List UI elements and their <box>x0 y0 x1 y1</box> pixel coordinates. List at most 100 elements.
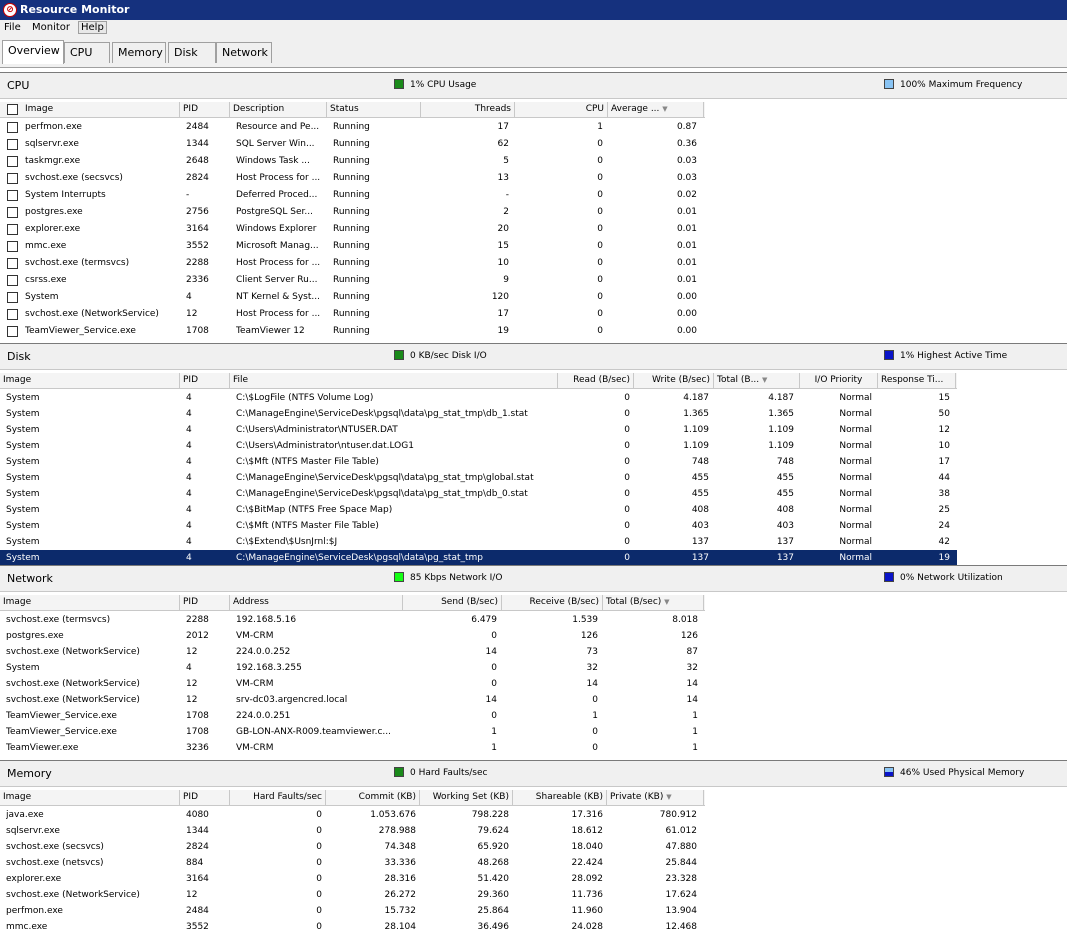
table-row[interactable]: taskmgr.exe 2648 Windows Task ... Running 5 0… <box>0 153 705 170</box>
col-pid[interactable]: PID <box>180 790 230 806</box>
row-checkbox[interactable] <box>7 224 18 235</box>
menu-file[interactable]: File <box>4 22 21 33</box>
table-row[interactable]: svchost.exe (secsvcs) 2824 0 74.348 65.920 18… <box>0 839 705 856</box>
tab-memory[interactable]: Memory <box>112 42 166 63</box>
table-row[interactable]: System 4 NT Kernel & Syst... Running 120 0 0.0… <box>0 289 705 306</box>
table-row[interactable]: svchost.exe (NetworkService) 12 srv-dc03.a… <box>0 692 705 709</box>
col-write[interactable]: Write (B/sec) <box>634 373 714 389</box>
table-row[interactable]: mmc.exe 3552 Microsoft Manag... Running 15 0 0… <box>0 238 705 255</box>
table-row[interactable]: explorer.exe 3164 0 28.316 51.420 28.092 23.32… <box>0 871 705 888</box>
col-threads[interactable]: Threads <box>421 102 515 118</box>
table-cell: System <box>6 537 40 547</box>
table-row[interactable]: svchost.exe (NetworkService) 12 VM-CRM 0 14 1… <box>0 676 705 693</box>
col-private[interactable]: Private (KB) ▼ <box>607 790 704 806</box>
table-row[interactable]: java.exe 4080 0 1.053.676 798.228 17.316 780.9… <box>0 807 705 824</box>
table-row[interactable]: mmc.exe 3552 0 28.104 36.496 24.028 12.468 <box>0 919 705 936</box>
col-working-set[interactable]: Working Set (KB) <box>420 790 513 806</box>
table-row[interactable]: System 4 C:\ManageEngine\ServiceDesk\pgsql… <box>0 406 957 423</box>
row-checkbox[interactable] <box>7 292 18 303</box>
table-row[interactable]: postgres.exe 2012 VM-CRM 0 126 126 <box>0 628 705 645</box>
col-send[interactable]: Send (B/sec) <box>403 595 502 611</box>
col-read[interactable]: Read (B/sec) <box>558 373 634 389</box>
table-row[interactable]: System 4 C:\ManageEngine\ServiceDesk\pgsql… <box>0 470 957 487</box>
table-row[interactable]: System 4 192.168.3.255 0 32 32 <box>0 660 705 677</box>
cpu-section-header[interactable]: CPU 1% CPU Usage 100% Maximum Frequency <box>0 72 1067 99</box>
col-total[interactable]: Total (B/sec) ▼ <box>603 595 704 611</box>
table-row[interactable]: System 4 C:\$Mft (NTFS Master File Table) 0… <box>0 518 957 535</box>
table-cell: 884 <box>186 858 204 868</box>
col-pid[interactable]: PID <box>180 102 230 118</box>
table-row[interactable]: System Interrupts - Deferred Proced... Runn… <box>0 187 705 204</box>
table-row[interactable]: TeamViewer_Service.exe 1708 TeamViewer 12 R… <box>0 323 705 340</box>
table-row[interactable]: csrss.exe 2336 Client Server Ru... Running 9… <box>0 272 705 289</box>
table-row[interactable]: svchost.exe (netsvcs) 884 0 33.336 48.268 22.… <box>0 855 705 872</box>
tab-overview[interactable]: Overview <box>2 40 64 64</box>
row-checkbox[interactable] <box>7 241 18 252</box>
col-status[interactable]: Status <box>327 102 421 118</box>
col-address[interactable]: Address <box>230 595 403 611</box>
table-row[interactable]: System 4 C:\$Mft (NTFS Master File Table) 0… <box>0 454 957 471</box>
col-image[interactable]: Image <box>0 790 180 806</box>
memory-section-header[interactable]: Memory 0 Hard Faults/sec 46% Used Physic… <box>0 760 1067 787</box>
col-pid[interactable]: PID <box>180 373 230 389</box>
col-description[interactable]: Description <box>230 102 327 118</box>
table-cell: 0 <box>624 553 630 563</box>
col-receive[interactable]: Receive (B/sec) <box>502 595 603 611</box>
table-row[interactable]: System 4 C:\Users\Administrator\NTUSER.DAT… <box>0 422 957 439</box>
tab-cpu[interactable]: CPU <box>64 42 110 63</box>
table-row[interactable]: sqlservr.exe 1344 SQL Server Win... Running… <box>0 136 705 153</box>
tab-disk[interactable]: Disk <box>168 42 216 63</box>
table-row[interactable]: perfmon.exe 2484 0 15.732 25.864 11.960 13.904 <box>0 903 705 920</box>
col-image[interactable]: Image <box>0 595 180 611</box>
col-cpu[interactable]: CPU <box>515 102 608 118</box>
row-checkbox[interactable] <box>7 326 18 337</box>
table-row[interactable]: sqlservr.exe 1344 0 278.988 79.624 18.612 61.0… <box>0 823 705 840</box>
menu-monitor[interactable]: Monitor <box>32 22 70 33</box>
row-checkbox[interactable] <box>7 258 18 269</box>
col-file[interactable]: File <box>230 373 558 389</box>
network-section-header[interactable]: Network 85 Kbps Network I/O 0% Network U… <box>0 565 1067 592</box>
row-checkbox[interactable] <box>7 275 18 286</box>
table-row[interactable]: TeamViewer.exe 3236 VM-CRM 1 0 1 <box>0 740 705 757</box>
table-cell: sqlservr.exe <box>25 139 79 149</box>
row-checkbox[interactable] <box>7 207 18 218</box>
table-row[interactable]: svchost.exe (NetworkService) 12 224.0.0.25… <box>0 644 705 661</box>
col-hard-faults[interactable]: Hard Faults/sec <box>230 790 326 806</box>
table-row[interactable]: svchost.exe (secsvcs) 2824 Host Process fo… <box>0 170 705 187</box>
col-io-priority[interactable]: I/O Priority <box>800 373 878 389</box>
table-row[interactable]: svchost.exe (termsvcs) 2288 Host Process f… <box>0 255 705 272</box>
table-row[interactable]: TeamViewer_Service.exe 1708 224.0.0.251 0 1 1 <box>0 708 705 725</box>
col-pid[interactable]: PID <box>180 595 230 611</box>
col-shareable[interactable]: Shareable (KB) <box>513 790 607 806</box>
table-row[interactable]: perfmon.exe 2484 Resource and Pe... Running… <box>0 119 705 136</box>
table-row[interactable]: System 4 C:\$BitMap (NTFS Free Space Map) 0… <box>0 502 957 519</box>
row-checkbox[interactable] <box>7 139 18 150</box>
row-checkbox[interactable] <box>7 309 18 320</box>
table-row[interactable]: System 4 C:\$Extend\$UsnJrnl:$J 0 137 137 Norm… <box>0 534 957 551</box>
table-cell: 1708 <box>186 326 209 336</box>
col-image[interactable]: Image <box>0 373 180 389</box>
tab-network[interactable]: Network <box>216 42 272 63</box>
table-row[interactable]: svchost.exe (NetworkService) 12 Host Proce… <box>0 306 705 323</box>
menu-help[interactable]: Help <box>78 21 107 34</box>
table-row[interactable]: svchost.exe (termsvcs) 2288 192.168.5.16 6.… <box>0 612 705 629</box>
row-checkbox[interactable] <box>7 190 18 201</box>
col-image[interactable]: Image <box>22 102 180 118</box>
col-response-time[interactable]: Response Ti... <box>878 373 956 389</box>
table-row[interactable]: System 4 C:\$LogFile (NTFS Volume Log) 0 4.1… <box>0 390 957 407</box>
col-commit[interactable]: Commit (KB) <box>326 790 420 806</box>
table-row[interactable]: svchost.exe (NetworkService) 12 0 26.272 29.… <box>0 887 705 904</box>
row-checkbox[interactable] <box>7 173 18 184</box>
table-row[interactable]: System 4 C:\ManageEngine\ServiceDesk\pgsql… <box>0 486 957 503</box>
table-cell: svchost.exe (secsvcs) <box>6 842 104 852</box>
table-row[interactable]: postgres.exe 2756 PostgreSQL Ser... Running… <box>0 204 705 221</box>
col-total[interactable]: Total (B... ▼ <box>714 373 800 389</box>
disk-section-header[interactable]: Disk 0 KB/sec Disk I/O 1% Highest Active… <box>0 343 1067 370</box>
select-all-checkbox[interactable] <box>7 104 18 115</box>
row-checkbox[interactable] <box>7 156 18 167</box>
table-row[interactable]: System 4 C:\Users\Administrator\ntuser.dat… <box>0 438 957 455</box>
table-row[interactable]: explorer.exe 3164 Windows Explorer Running 2… <box>0 221 705 238</box>
row-checkbox[interactable] <box>7 122 18 133</box>
table-row[interactable]: TeamViewer_Service.exe 1708 GB-LON-ANX-R00… <box>0 724 705 741</box>
col-average[interactable]: Average ... ▼ <box>608 102 704 118</box>
